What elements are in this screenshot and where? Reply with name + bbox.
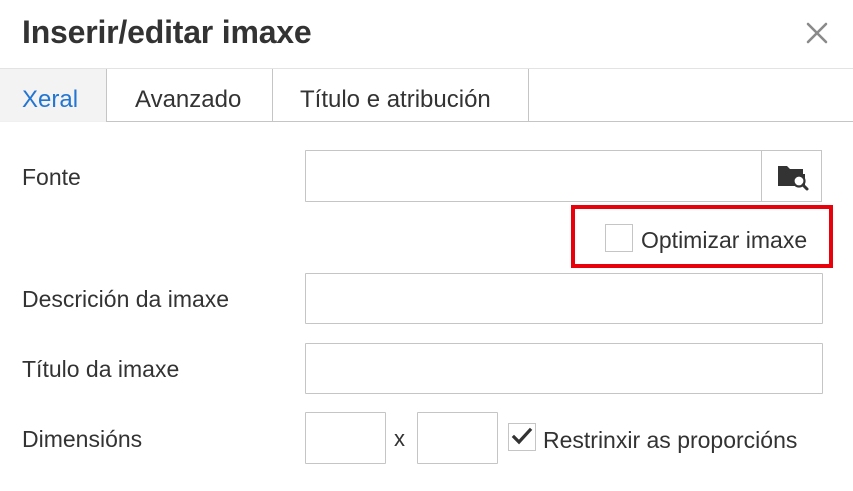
title-label: Título da imaxe [22,356,180,382]
close-icon[interactable] [800,16,834,50]
optimize-label: Optimizar imaxe [641,227,808,253]
browse-button[interactable] [761,150,822,202]
constrain-checkbox[interactable] [508,423,536,451]
width-input[interactable] [305,412,386,464]
height-input[interactable] [417,412,498,464]
description-input[interactable] [305,273,823,324]
tab-xeral[interactable]: Xeral [0,69,106,121]
tab-titulo-atribucion[interactable]: Título e atribución [273,69,529,121]
source-input[interactable] [305,150,762,202]
dimensions-label: Dimensións [22,426,143,452]
description-label: Descrición da imaxe [22,286,230,312]
folder-search-icon [778,166,809,191]
optimize-checkbox[interactable] [605,224,633,252]
constrain-label: Restrinxir as proporcións [543,427,798,453]
checkmark-icon [511,427,533,445]
source-label: Fonte [22,164,81,190]
title-input[interactable] [305,343,823,394]
dialog-title: Inserir/editar imaxe [22,14,312,50]
dimensions-separator: x [394,426,405,451]
tab-avanzado[interactable]: Avanzado [106,69,273,121]
tab-bar-divider [106,121,853,122]
